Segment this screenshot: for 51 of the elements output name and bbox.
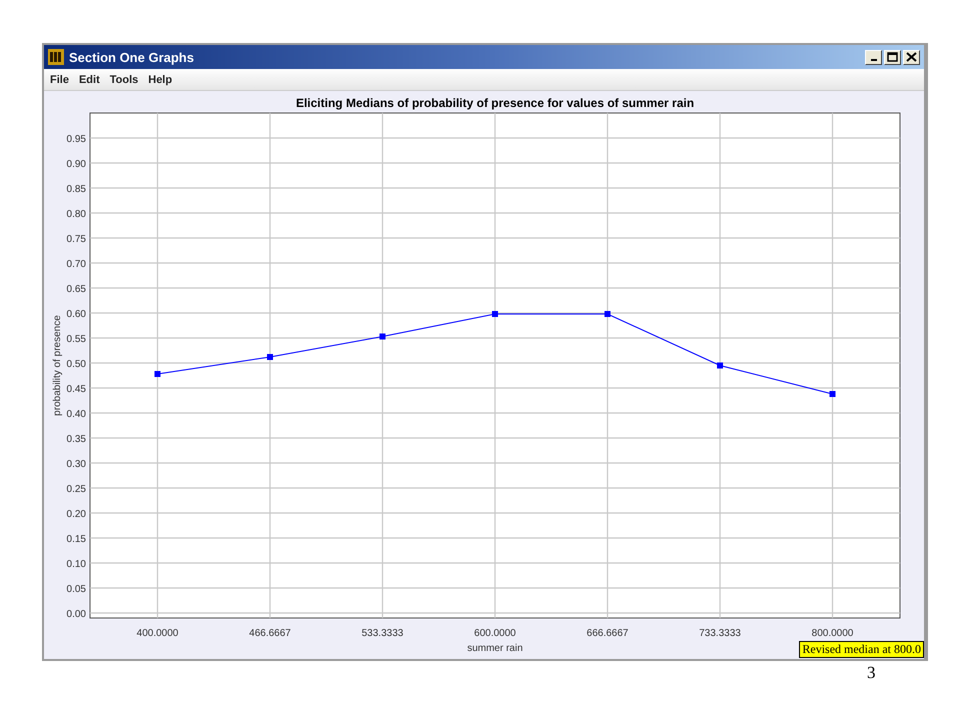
x-tick-label: 466.6667: [249, 628, 291, 639]
x-tick-label: 400.0000: [136, 628, 178, 639]
y-tick-label: 0.25: [66, 484, 86, 495]
maximize-button[interactable]: [884, 50, 901, 64]
data-point: [830, 391, 836, 397]
chart-title: Eliciting Medians of probability of presence for values of summer rain: [296, 96, 694, 110]
menu-item[interactable]: Help: [148, 74, 172, 86]
data-point: [604, 311, 610, 317]
y-tick-label: 0.10: [66, 559, 86, 570]
y-tick-label: 0.45: [66, 384, 86, 395]
window-title: Section One Graphs: [69, 50, 195, 64]
slide-number: 3: [867, 663, 876, 683]
data-point: [492, 311, 498, 317]
data-point: [267, 354, 273, 360]
y-tick-label: 0.95: [66, 134, 86, 145]
x-tick-label: 800.0000: [812, 628, 854, 639]
menu-item[interactable]: Tools: [110, 74, 138, 86]
y-tick-label: 0.60: [66, 309, 86, 320]
minimize-button[interactable]: [865, 50, 882, 64]
x-tick-label: 733.3333: [699, 628, 741, 639]
menu-item[interactable]: File: [50, 74, 69, 86]
y-tick-label: 0.55: [66, 334, 86, 345]
x-axis-label: summer rain: [467, 643, 523, 654]
y-tick-label: 0.00: [66, 609, 86, 620]
minimize-icon: [870, 59, 876, 61]
y-tick-label: 0.80: [66, 209, 86, 220]
y-tick-label: 0.50: [66, 359, 86, 370]
close-icon: [906, 52, 917, 62]
data-point: [380, 334, 386, 340]
tooltip: Revised median at 800.0: [799, 641, 924, 658]
maximize-icon: [887, 52, 898, 62]
x-tick-label: 533.3333: [362, 628, 404, 639]
y-tick-label: 0.65: [66, 284, 86, 295]
y-tick-label: 0.40: [66, 409, 86, 420]
y-tick-label: 0.70: [66, 259, 86, 270]
x-tick-label: 600.0000: [474, 628, 516, 639]
y-tick-label: 0.35: [66, 434, 86, 445]
y-tick-label: 0.15: [66, 534, 86, 545]
x-tick-label: 666.6667: [586, 628, 628, 639]
data-point: [717, 362, 723, 368]
y-tick-label: 0.75: [66, 234, 86, 245]
logo-icon: [48, 49, 64, 65]
y-tick-label: 0.05: [66, 584, 86, 595]
y-tick-label: 0.30: [66, 459, 86, 470]
menu-item[interactable]: Edit: [78, 74, 100, 86]
y-axis-label: probability of presence: [52, 315, 63, 416]
y-tick-label: 0.85: [66, 184, 86, 195]
data-point: [154, 371, 160, 377]
y-tick-label: 0.20: [66, 509, 86, 520]
y-tick-label: 0.90: [66, 159, 86, 170]
close-button[interactable]: [903, 50, 920, 64]
